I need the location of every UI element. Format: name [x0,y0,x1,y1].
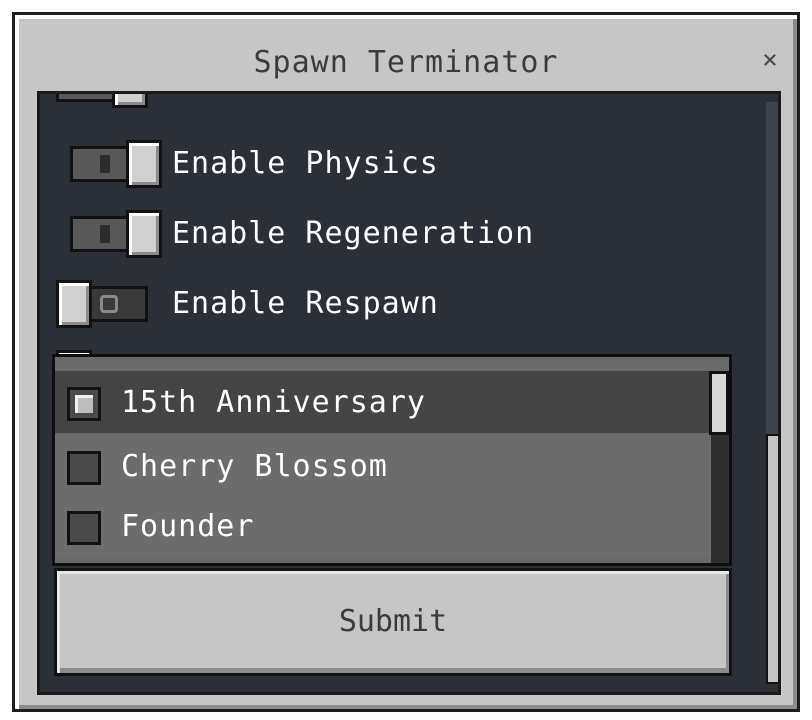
main-scrollbar-thumb[interactable] [766,434,778,684]
dropdown-scrollbar-thumb[interactable] [709,371,729,435]
checkbox-icon[interactable] [67,451,101,485]
checkbox-icon[interactable] [67,511,101,545]
dropdown-item-founder[interactable]: Founder [55,495,715,557]
dropdown-item-label: Founder [121,509,255,544]
dropdown-item-label: 15th Anniversary [121,385,426,420]
dialog-title: Spawn Terminator [253,45,559,80]
toggle-enable-respawn[interactable] [56,280,148,328]
dropdown-item-cherry-blossom[interactable]: Cherry Blossom [55,435,715,497]
option-label-regeneration: Enable Regeneration [172,216,535,251]
toggle-enable-physics[interactable] [70,140,162,188]
submit-button[interactable]: Submit [54,568,732,676]
dropdown-list: 15th Anniversary Cherry Blossom Founder [52,354,732,566]
toggle-enable-regeneration[interactable] [70,210,162,258]
option-label-physics: Enable Physics [172,146,439,181]
dropdown-item-15th-anniversary[interactable]: 15th Anniversary [55,371,715,433]
toggle-partial-top[interactable] [56,94,148,108]
close-icon[interactable]: × [755,45,785,75]
checkbox-checked-icon[interactable] [67,387,101,421]
dropdown-item-label: Cherry Blossom [121,449,388,484]
option-label-respawn: Enable Respawn [172,286,439,321]
